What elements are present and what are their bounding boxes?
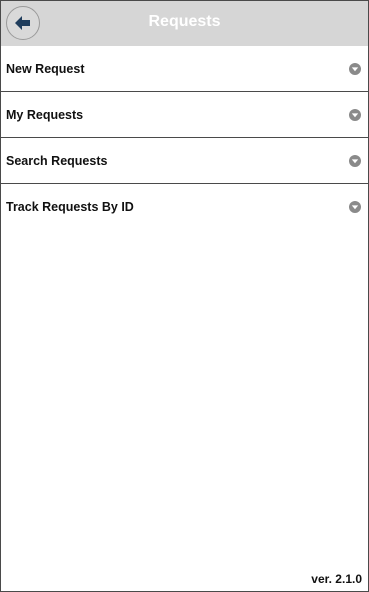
app-frame: Requests New Request My Requests Search … — [0, 0, 369, 592]
menu-item-new-request[interactable]: New Request — [1, 46, 368, 92]
menu-item-label: Track Requests By ID — [6, 200, 134, 214]
page-title: Requests — [148, 13, 221, 30]
menu-item-search-requests[interactable]: Search Requests — [1, 138, 368, 184]
chevron-down-icon — [349, 201, 361, 213]
menu-item-label: Search Requests — [6, 154, 108, 168]
chevron-down-icon — [349, 63, 361, 75]
menu-item-my-requests[interactable]: My Requests — [1, 92, 368, 138]
app-version: ver. 2.1.0 — [311, 572, 362, 586]
menu-item-label: New Request — [6, 62, 85, 76]
menu-item-track-requests-by-id[interactable]: Track Requests By ID — [1, 184, 368, 229]
menu-item-label: My Requests — [6, 108, 84, 122]
chevron-down-icon — [349, 155, 361, 167]
header-bar: Requests — [1, 1, 368, 46]
chevron-down-icon — [349, 109, 361, 121]
request-menu-list: New Request My Requests Search Requests … — [1, 46, 368, 229]
